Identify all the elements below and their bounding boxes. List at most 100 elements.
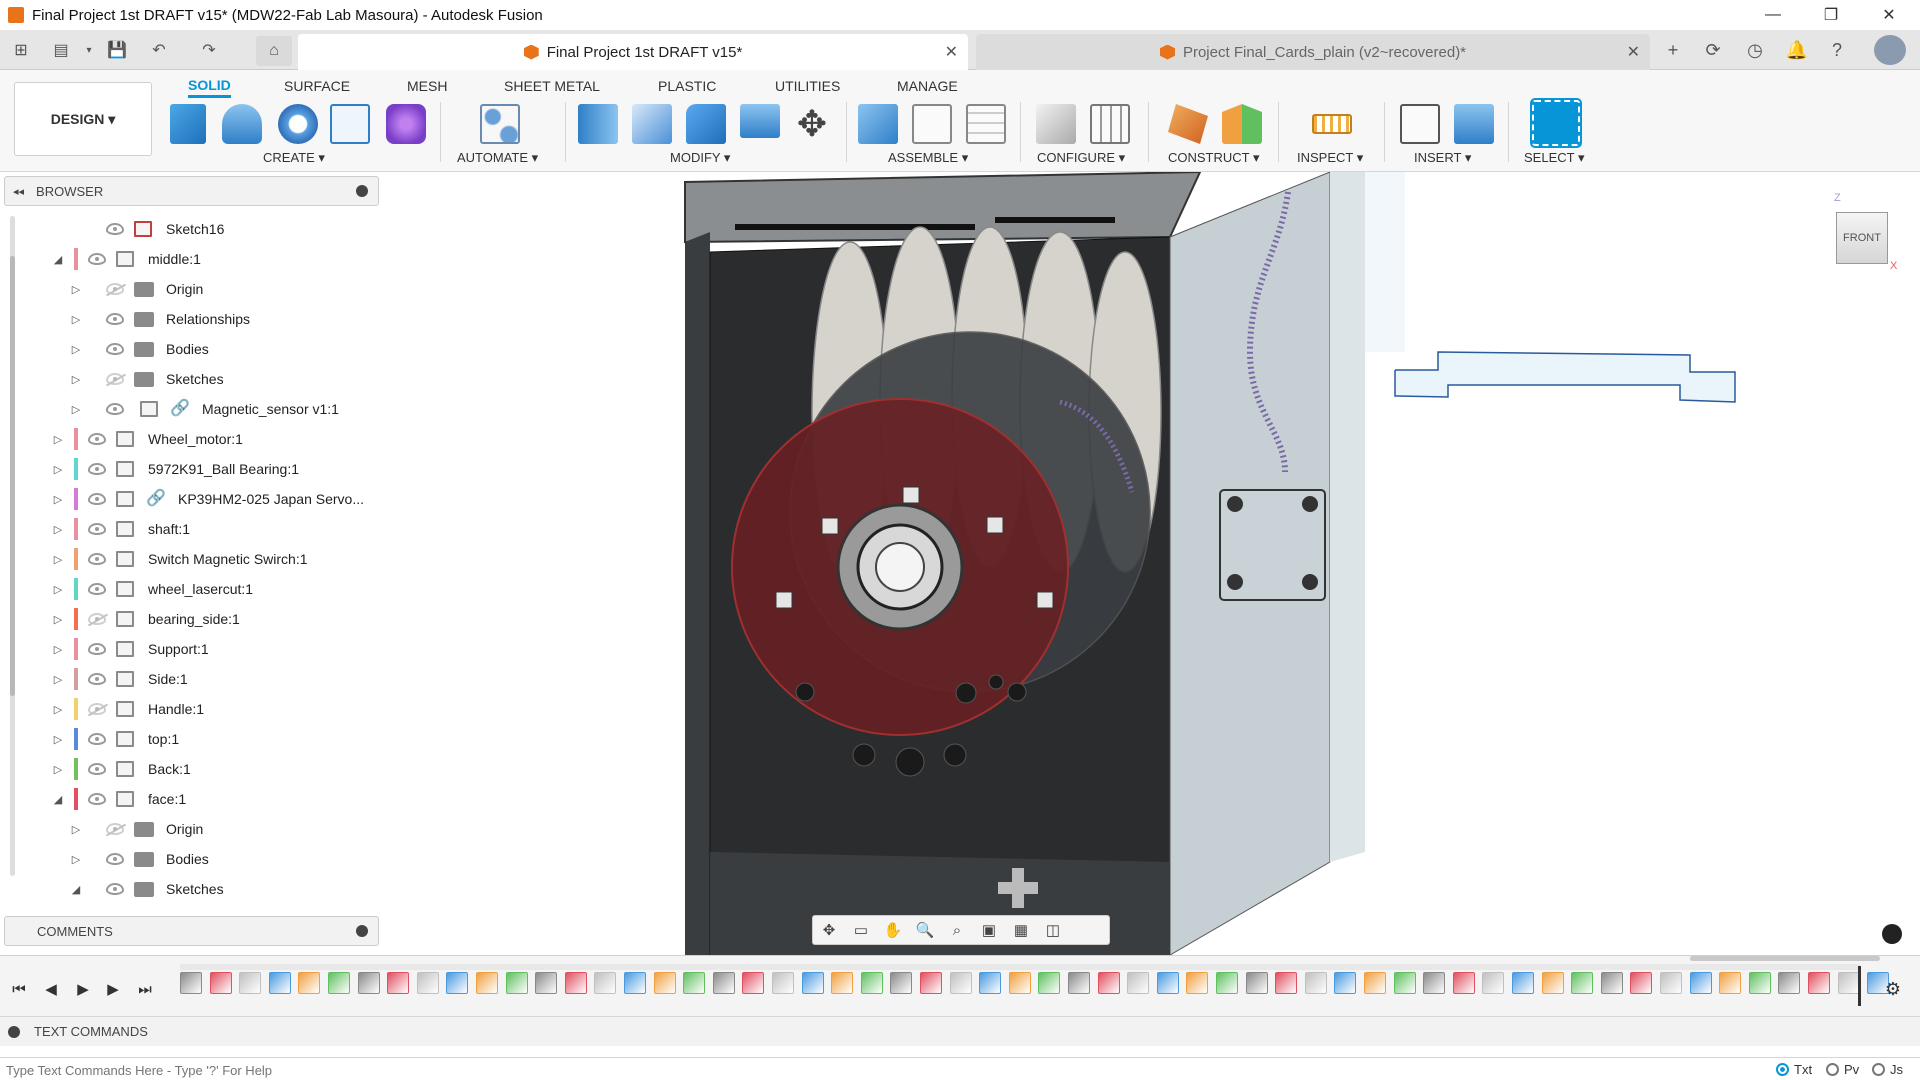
file-menu-icon[interactable]: ▤	[48, 38, 74, 62]
visibility-eye-icon[interactable]	[106, 343, 124, 355]
add-comment-icon[interactable]	[356, 925, 368, 937]
timeline-feature-icon[interactable]	[1127, 972, 1150, 994]
fillet-icon[interactable]	[632, 104, 672, 144]
viewcube-front-face[interactable]: FRONT	[1836, 212, 1888, 264]
assemble-menu[interactable]: ASSEMBLE ▾	[888, 150, 968, 166]
visibility-eye-icon[interactable]	[88, 583, 106, 595]
timeline-feature-icon[interactable]	[268, 972, 291, 994]
timeline-feature-icon[interactable]	[979, 972, 1002, 994]
inspect-menu[interactable]: INSPECT ▾	[1297, 150, 1363, 166]
chamfer-icon[interactable]	[686, 104, 726, 144]
timeline-feature-icon[interactable]	[712, 972, 735, 994]
expand-toggle-icon[interactable]: ▷	[51, 583, 65, 596]
timeline-feature-icon[interactable]	[890, 972, 913, 994]
visibility-eye-icon[interactable]	[88, 673, 106, 685]
fit-icon[interactable]: ⌕	[943, 919, 971, 941]
browser-tree-row[interactable]: ▷ wheel_lasercut:1	[4, 574, 379, 604]
timeline-feature-icon[interactable]	[1778, 972, 1801, 994]
visibility-eye-icon[interactable]	[106, 883, 124, 895]
timeline-feature-icon[interactable]	[1364, 972, 1386, 994]
browser-tree-row[interactable]: ▷ bearing_side:1	[4, 604, 379, 634]
expand-toggle-icon[interactable]: ▷	[69, 373, 83, 386]
close-window-button[interactable]: ✕	[1860, 0, 1918, 30]
sketch-icon[interactable]	[330, 104, 370, 144]
visibility-eye-icon[interactable]	[106, 223, 124, 235]
comments-panel[interactable]: COMMENTS	[4, 916, 379, 946]
measure-icon[interactable]	[1312, 114, 1352, 134]
timeline-feature-icon[interactable]	[1600, 972, 1623, 994]
timeline-feature-icon[interactable]	[831, 972, 854, 994]
collapse-toggle-icon[interactable]: ◢	[69, 883, 83, 896]
user-avatar[interactable]	[1874, 35, 1906, 65]
timeline-feature-icon[interactable]	[772, 972, 794, 994]
visibility-hidden-icon[interactable]	[106, 823, 124, 835]
expand-toggle-icon[interactable]: ▷	[69, 853, 83, 866]
timeline-feature-icon[interactable]	[1452, 972, 1475, 994]
timeline-feature-icon[interactable]	[1837, 972, 1860, 994]
timeline-feature-icon[interactable]	[801, 972, 824, 994]
collapse-toggle-icon[interactable]: ◢	[51, 253, 65, 266]
step-back-icon[interactable]: ◀	[40, 978, 62, 1000]
timeline-feature-icon[interactable]	[1719, 972, 1742, 994]
timeline-feature-icon[interactable]	[1393, 972, 1416, 994]
mode-pv-radio[interactable]: Pv	[1826, 1062, 1859, 1077]
visibility-eye-icon[interactable]	[88, 763, 106, 775]
tab-plastic[interactable]: PLASTIC	[658, 74, 716, 98]
timeline-feature-icon[interactable]	[1156, 972, 1179, 994]
timeline-feature-icon[interactable]	[357, 972, 380, 994]
visibility-eye-icon[interactable]	[88, 733, 106, 745]
expand-toggle-icon[interactable]: ▷	[51, 463, 65, 476]
viewcube[interactable]: Z FRONT X	[1830, 192, 1897, 272]
timeline-feature-icon[interactable]	[387, 972, 410, 994]
browser-header[interactable]: ◂◂ BROWSER	[4, 176, 379, 206]
timeline-feature-icon[interactable]	[1748, 972, 1771, 994]
close-tab-icon[interactable]: ✕	[945, 42, 958, 62]
close-tab-icon[interactable]: ✕	[1627, 42, 1640, 62]
timeline-feature-icon[interactable]	[1808, 972, 1830, 994]
redo-icon[interactable]: ↷	[196, 38, 222, 62]
form-icon[interactable]	[386, 104, 426, 144]
new-tab-icon[interactable]: +	[1658, 36, 1688, 64]
construct-menu[interactable]: CONSTRUCT ▾	[1168, 150, 1260, 166]
text-command-input[interactable]	[6, 1060, 1706, 1080]
browser-tree-row[interactable]: ▷ Switch Magnetic Swirch:1	[4, 544, 379, 574]
timeline-feature-icon[interactable]	[1186, 972, 1209, 994]
timeline-feature-icon[interactable]	[624, 972, 646, 994]
timeline-feature-icon[interactable]	[920, 972, 942, 994]
timeline-feature-icon[interactable]	[1660, 972, 1682, 994]
timeline-feature-icon[interactable]	[1008, 972, 1031, 994]
new-component-assemble-icon[interactable]	[858, 104, 898, 144]
timeline-feature-icon[interactable]	[1275, 972, 1298, 994]
expand-toggle-icon[interactable]: ▷	[51, 433, 65, 446]
display-settings-icon[interactable]	[1882, 924, 1902, 944]
configuration-table-icon[interactable]	[1090, 104, 1130, 144]
expand-toggle-icon[interactable]: ▷	[51, 553, 65, 566]
canvas-viewport[interactable]	[380, 172, 1920, 955]
tab-utilities[interactable]: UTILITIES	[775, 74, 840, 98]
browser-tree-row[interactable]: ▷ Origin	[4, 274, 379, 304]
browser-tree-row[interactable]: ▷ Bodies	[4, 844, 379, 874]
browser-tree-row[interactable]: ◢ middle:1	[4, 244, 379, 274]
browser-tree-row[interactable]: ◢ Sketches	[4, 874, 379, 904]
visibility-eye-icon[interactable]	[106, 403, 124, 415]
visibility-eye-icon[interactable]	[88, 463, 106, 475]
select-icon[interactable]	[1530, 98, 1582, 148]
data-panel-icon[interactable]: ⊞	[8, 38, 34, 62]
as-built-joint-icon[interactable]	[966, 104, 1006, 144]
timeline-feature-icon[interactable]	[1038, 972, 1061, 994]
timeline-feature-icon[interactable]	[742, 972, 765, 994]
timeline-feature-icon[interactable]	[1541, 972, 1564, 994]
timeline-feature-icon[interactable]	[1423, 972, 1446, 994]
visibility-hidden-icon[interactable]	[106, 373, 124, 385]
automate-menu[interactable]: AUTOMATE ▾	[457, 150, 538, 166]
timeline-feature-icon[interactable]	[683, 972, 706, 994]
timeline-feature-icon[interactable]	[949, 972, 972, 994]
press-pull-icon[interactable]	[578, 104, 618, 144]
collapse-text-commands-icon[interactable]	[8, 1025, 20, 1038]
expand-toggle-icon[interactable]: ▷	[51, 703, 65, 716]
timeline-feature-icon[interactable]	[180, 972, 202, 994]
minimize-button[interactable]: —	[1744, 0, 1802, 30]
browser-tree-row[interactable]: ▷ Side:1	[4, 664, 379, 694]
tab-surface[interactable]: SURFACE	[284, 74, 350, 98]
visibility-hidden-icon[interactable]	[88, 613, 106, 625]
